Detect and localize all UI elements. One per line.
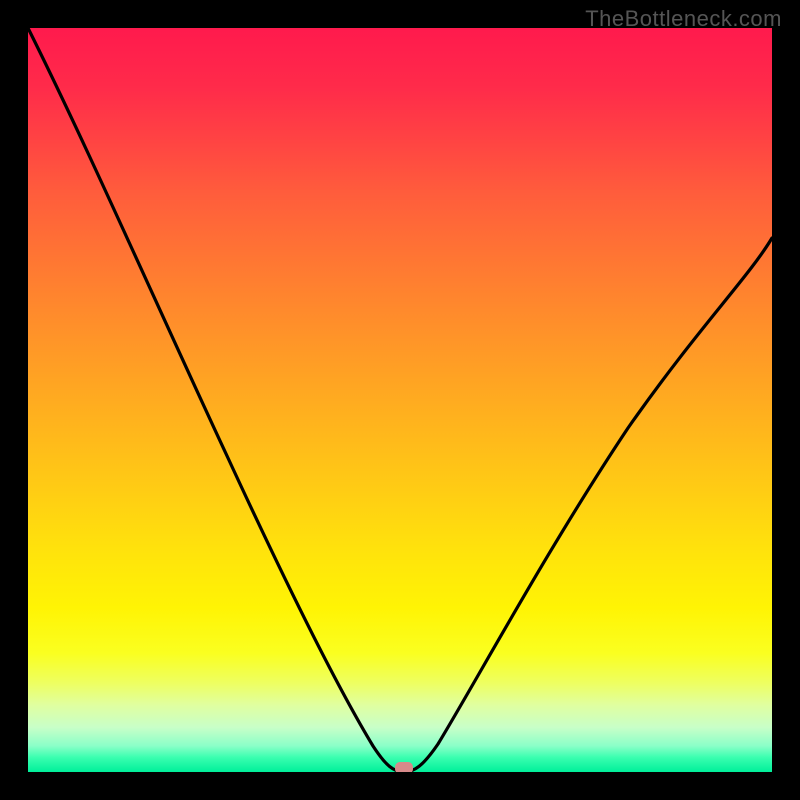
plot-area [28,28,772,772]
optimal-point-marker [395,762,413,772]
watermark-text: TheBottleneck.com [585,6,782,32]
bottleneck-curve-path [28,28,772,772]
curve-svg [28,28,772,772]
